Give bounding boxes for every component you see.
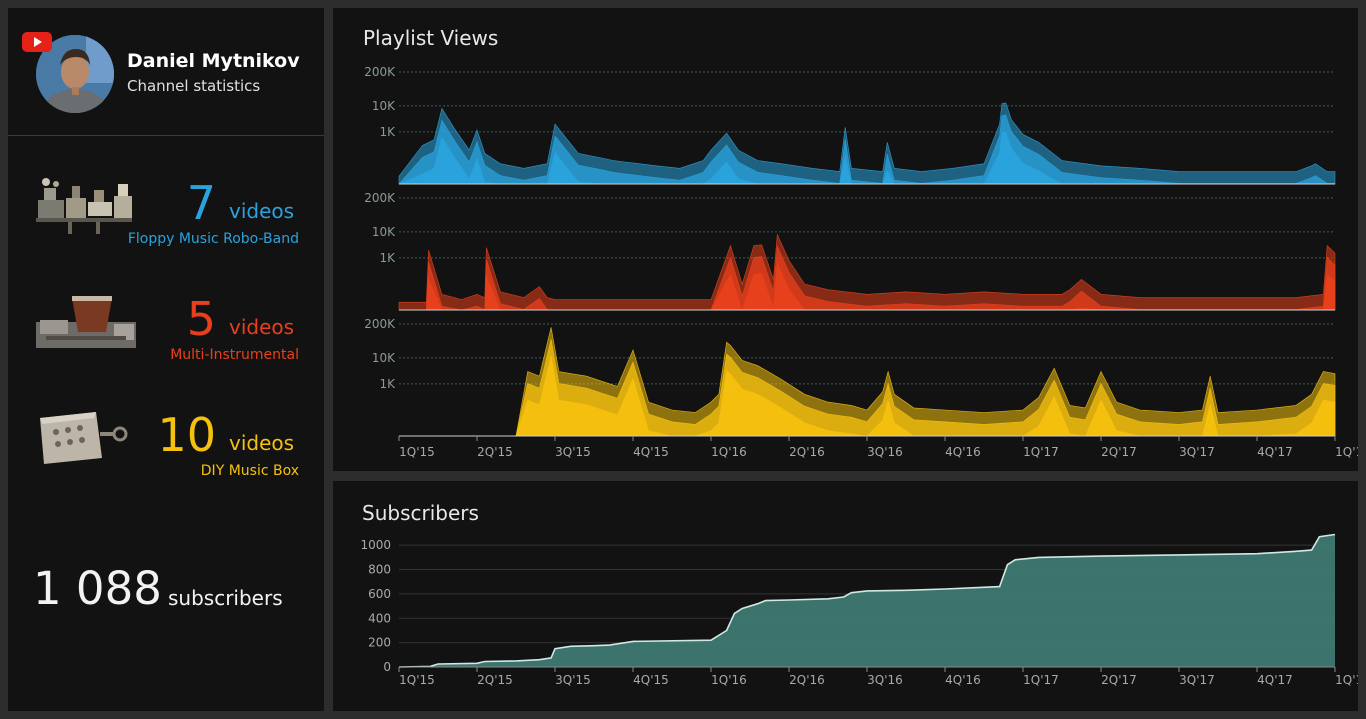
views-y-tick-label: 1K — [379, 377, 396, 391]
channel-subtitle: Channel statistics — [127, 77, 261, 95]
subs-x-tick-label: 3Q'17 — [1179, 673, 1215, 687]
subs-x-tick-label: 3Q'15 — [555, 673, 591, 687]
views-x-tick-label: 4Q'15 — [633, 445, 669, 459]
subs-x-tick-label: 2Q'16 — [789, 673, 825, 687]
playlist-video-count: 7 — [186, 176, 216, 230]
channel-profile: Daniel Mytnikov Channel statistics — [8, 8, 324, 136]
subs-y-tick-label: 600 — [368, 587, 391, 601]
subscriber-unit: subscribers — [168, 586, 283, 610]
views-x-tick-label: 1Q'16 — [711, 445, 747, 459]
views-y-tick-label: 10K — [372, 225, 396, 239]
views-area-0-layer-0 — [398, 102, 1336, 185]
subs-y-tick-label: 400 — [368, 611, 391, 625]
subs-x-tick-label: 4Q'17 — [1257, 673, 1293, 687]
views-x-tick-label: 1Q'18 — [1335, 445, 1358, 459]
views-x-tick-label: 2Q'16 — [789, 445, 825, 459]
views-y-tick-label: 200K — [364, 191, 396, 205]
playlist-video-unit: videos — [229, 431, 295, 455]
subs-x-tick-label: 1Q'17 — [1023, 673, 1059, 687]
views-y-tick-label: 1K — [379, 251, 396, 265]
views-y-tick-label: 10K — [372, 99, 396, 113]
subs-y-tick-label: 800 — [368, 563, 391, 577]
subs-x-tick-label: 1Q'15 — [399, 673, 435, 687]
playlist-video-count: 10 — [157, 408, 216, 462]
views-y-tick-label: 200K — [364, 65, 396, 79]
subs-x-tick-label: 4Q'16 — [945, 673, 981, 687]
subs-y-tick-label: 1000 — [360, 538, 391, 552]
playlist-name[interactable]: Floppy Music Robo-Band — [128, 231, 299, 247]
playlist-views-panel: Playlist Views 200K 10K 1K 200K 10K 1K 200K 10K… — [333, 8, 1358, 471]
views-x-tick-label: 2Q'15 — [477, 445, 513, 459]
subscribers-chart[interactable]: 0 200 400 600 800 1000 1Q'15 2Q'15 3Q'15 4Q'15 1Q'… — [333, 481, 1358, 711]
playlist-floppy-robo-band[interactable]: 7 videos Floppy Music Robo-Band — [8, 176, 324, 266]
music-box-thumbnail — [40, 412, 128, 464]
playlist-multi-instrumental[interactable]: 5 videos Multi-Instrumental — [8, 292, 324, 382]
playlist-video-count: 5 — [186, 292, 216, 346]
playlist-name[interactable]: DIY Music Box — [201, 463, 299, 479]
subs-y-tick-label: 200 — [368, 636, 391, 650]
subscriber-count: 1 088 — [33, 562, 162, 615]
subs-x-tick-label: 1Q'16 — [711, 673, 747, 687]
multi-instrumental-thumbnail — [36, 296, 136, 348]
subs-x-tick-label: 1Q'18 — [1335, 673, 1358, 687]
views-x-tick-label: 1Q'15 — [399, 445, 435, 459]
views-x-tick-label: 3Q'16 — [867, 445, 903, 459]
subs-x-tick-label: 3Q'16 — [867, 673, 903, 687]
views-x-tick-label: 4Q'17 — [1257, 445, 1293, 459]
playlist-video-unit: videos — [229, 199, 295, 223]
playlist-views-chart[interactable]: 200K 10K 1K 200K 10K 1K 200K 10K 1K 1Q'15 2Q'15 3Q'… — [333, 8, 1358, 471]
views-x-tick-label: 4Q'16 — [945, 445, 981, 459]
views-x-tick-label: 3Q'15 — [555, 445, 591, 459]
playlist-diy-music-box[interactable]: 10 videos DIY Music Box — [8, 408, 324, 498]
views-y-tick-label: 1K — [379, 125, 396, 139]
playlist-name[interactable]: Multi-Instrumental — [170, 347, 299, 363]
channel-name: Daniel Mytnikov — [127, 50, 300, 72]
subs-x-tick-label: 4Q'15 — [633, 673, 669, 687]
views-x-tick-label: 1Q'17 — [1023, 445, 1059, 459]
subs-y-tick-label: 0 — [383, 660, 391, 674]
robo-band-thumbnail — [36, 178, 132, 234]
views-x-tick-label: 2Q'17 — [1101, 445, 1137, 459]
subs-x-tick-label: 2Q'15 — [477, 673, 513, 687]
youtube-icon — [22, 32, 52, 52]
subscribers-panel: Subscribers 0 200 400 600 800 1000 1Q'15 2Q'15 3… — [333, 481, 1358, 711]
views-y-tick-label: 10K — [372, 351, 396, 365]
views-y-tick-label: 200K — [364, 317, 396, 331]
subs-x-tick-label: 2Q'17 — [1101, 673, 1137, 687]
views-x-tick-label: 3Q'17 — [1179, 445, 1215, 459]
playlist-video-unit: videos — [229, 315, 295, 339]
